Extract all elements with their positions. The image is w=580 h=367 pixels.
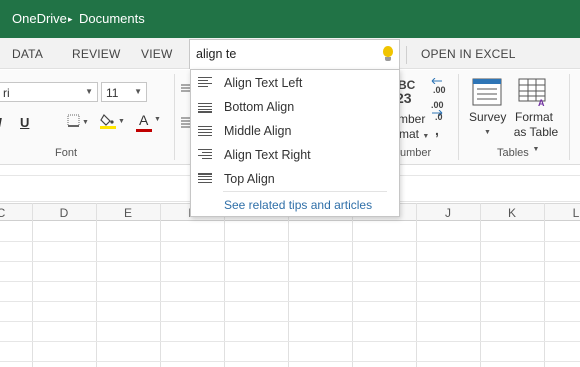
column-header-d[interactable]: D <box>32 206 96 220</box>
tab-open-in-excel[interactable]: OPEN IN EXCEL <box>421 47 516 61</box>
font-name-value: ri <box>3 86 10 100</box>
svg-text:A: A <box>538 98 545 108</box>
borders-icon: ▼ <box>67 114 89 127</box>
grid-row-line <box>0 261 580 262</box>
tables-group-label: Tables <box>497 147 529 159</box>
suggestion-bottom-align[interactable]: Bottom Align <box>191 95 399 119</box>
grid-column-line <box>96 203 97 367</box>
grid-column-line <box>224 203 225 367</box>
suggestion-top-align[interactable]: Top Align <box>191 167 399 191</box>
column-header-j[interactable]: J <box>416 206 480 220</box>
font-group-label: Font <box>55 147 78 159</box>
tab-view[interactable]: VIEW <box>141 47 172 61</box>
grid-row-line <box>0 301 580 302</box>
decrease-decimal-button[interactable]: .00 .0 <box>431 100 449 122</box>
font-size-select[interactable]: 11 ▼ <box>101 82 147 102</box>
chevron-down-icon: ▼ <box>85 87 93 96</box>
number-group-label: umber <box>400 147 432 159</box>
tab-data[interactable]: DATA <box>12 47 43 61</box>
grid-column-line <box>544 203 545 367</box>
number-format-label[interactable]: mber <box>398 112 425 127</box>
format-table-icon: A <box>518 78 546 108</box>
grid-column-line <box>288 203 289 367</box>
increase-decimal-text: .00 <box>433 85 446 95</box>
font-name-select[interactable]: ri ▼ <box>0 82 98 102</box>
survey-button[interactable]: Survey ▼ <box>465 76 509 146</box>
arrow-left-icon <box>431 78 442 84</box>
suggestion-middle-align[interactable]: Middle Align <box>191 119 399 143</box>
chevron-down-icon: ▼ <box>422 133 430 140</box>
chevron-down-icon: ▼ <box>484 129 491 136</box>
grid-row-line <box>0 241 580 242</box>
font-size-value: 11 <box>106 86 119 100</box>
format-table-label-2-text: as Table <box>513 125 559 139</box>
fill-color-button[interactable]: ▼ <box>100 112 126 133</box>
suggestion-label: Top Align <box>224 172 275 186</box>
fill-color-icon: ▼ <box>100 114 125 129</box>
grid-row-line <box>0 341 580 342</box>
align-top-icon <box>198 173 212 184</box>
align-left-icon <box>198 77 212 88</box>
grid-column-line <box>32 203 33 367</box>
increase-decimal-button[interactable]: .00 <box>431 78 449 100</box>
svg-text:▼: ▼ <box>118 118 125 125</box>
column-header-l[interactable]: L <box>544 206 580 220</box>
grid-column-line <box>480 203 481 367</box>
tab-review[interactable]: REVIEW <box>72 47 121 61</box>
chevron-down-icon: ▼ <box>134 87 142 96</box>
chevron-down-icon: ▼ <box>532 146 540 153</box>
italic-button[interactable]: I <box>0 115 2 130</box>
underline-button[interactable]: U <box>20 115 29 130</box>
dropdown-divider <box>223 191 387 192</box>
suggestion-label: Bottom Align <box>224 100 295 114</box>
group-divider <box>458 74 459 160</box>
column-header-e[interactable]: E <box>96 206 160 220</box>
chevron-down-icon: ▼ <box>154 116 161 123</box>
lightbulb-icon <box>383 46 393 62</box>
align-right-icon <box>198 149 212 160</box>
comma-style-button[interactable]: , <box>435 122 439 138</box>
align-middle-icon <box>198 125 212 136</box>
breadcrumb-documents[interactable]: Documents <box>79 11 145 26</box>
format-table-label-1: Format <box>515 110 554 124</box>
borders-button[interactable]: ▼ <box>67 114 91 131</box>
tab-divider <box>406 46 407 64</box>
group-divider <box>569 74 570 160</box>
number-format-label-2-text: mat <box>399 127 420 141</box>
tell-me-search <box>189 39 400 69</box>
tell-me-suggestions: Align Text Left Bottom Align Middle Alig… <box>190 69 400 217</box>
survey-icon <box>472 78 502 106</box>
see-related-tips-link[interactable]: See related tips and articles <box>224 198 372 212</box>
number-format-label-2[interactable]: mat ▼ <box>399 127 429 144</box>
align-bottom-icon <box>198 101 212 113</box>
survey-label: Survey <box>469 110 507 124</box>
font-color-swatch <box>136 129 152 132</box>
decrease-decimal-text-bottom: .0 <box>435 112 443 122</box>
svg-text:▼: ▼ <box>82 119 89 126</box>
suggestion-label: Middle Align <box>224 124 292 138</box>
suggestion-label: Align Text Right <box>224 148 311 162</box>
format-as-table-button[interactable]: A Format as Table ▼ <box>507 76 563 153</box>
grid-column-line <box>160 203 161 367</box>
suggestion-align-text-right[interactable]: Align Text Right <box>191 143 399 167</box>
grid-row-line <box>0 281 580 282</box>
font-color-letter: A <box>139 112 149 128</box>
column-header-k[interactable]: K <box>480 206 544 220</box>
breadcrumb-onedrive[interactable]: OneDrive <box>12 11 67 26</box>
group-divider <box>174 74 175 160</box>
grid-column-line <box>416 203 417 367</box>
column-header-c[interactable]: C <box>0 206 33 220</box>
grid-row-line <box>0 361 580 362</box>
tell-me-input[interactable] <box>196 47 366 61</box>
suggestion-align-text-left[interactable]: Align Text Left <box>191 71 399 95</box>
breadcrumb-separator-icon: ▸ <box>68 14 73 24</box>
grid-column-line <box>352 203 353 367</box>
title-bar: OneDrive ▸ Documents <box>0 0 580 38</box>
grid-row-line <box>0 321 580 322</box>
decrease-decimal-text-top: .00 <box>431 100 444 110</box>
suggestion-label: Align Text Left <box>224 76 303 90</box>
